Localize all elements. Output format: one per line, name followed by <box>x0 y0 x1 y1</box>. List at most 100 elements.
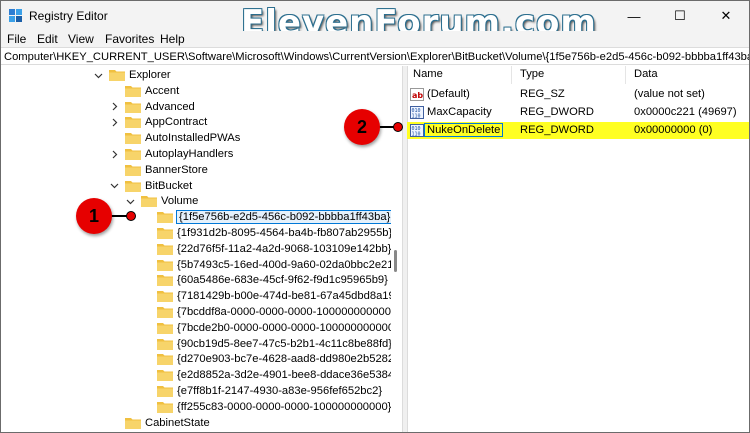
value-row[interactable]: 010 110 MaxCapacity REG_DWORD 0x0000c221 (49… <box>407 104 749 121</box>
folder-icon <box>157 354 173 366</box>
values-pane[interactable]: Name Type Data ab (Default) REG_SZ (value n… <box>407 66 749 432</box>
registry-editor-icon <box>9 9 22 22</box>
svg-text:ab: ab <box>412 91 423 100</box>
tree-node-label: Advanced <box>145 100 195 113</box>
folder-icon <box>125 133 141 145</box>
tree-node-label: {e2d8852a-3d2e-4901-bee8-ddace36e5384} <box>177 369 391 382</box>
tree-node-label: Volume <box>161 195 199 208</box>
folder-icon <box>157 259 173 271</box>
folder-icon <box>125 117 141 129</box>
key-tree-pane[interactable]: Explorer Accent Advanced AppContract AutoIns… <box>1 66 391 432</box>
chevron-right-icon[interactable] <box>109 149 119 159</box>
chevron-down-icon[interactable] <box>125 196 135 206</box>
tree-node[interactable]: {1f5e756b-e2d5-456c-b092-bbbba1ff43ba} <box>141 209 391 225</box>
value-row[interactable]: ab (Default) REG_SZ (value not set) <box>407 86 749 103</box>
tree-node-label: {5b7493c5-16ed-400d-9a60-02da0bbc2e21} <box>177 258 391 271</box>
tree-node[interactable]: Volume <box>125 193 198 209</box>
tree-node[interactable]: AutoplayHandlers <box>109 146 233 162</box>
folder-icon <box>157 228 173 239</box>
column-header-type[interactable]: Type <box>520 68 544 80</box>
folder-icon <box>125 149 141 160</box>
column-separator[interactable] <box>625 66 626 84</box>
tree-node[interactable]: {ff255c83-0000-0000-0000-100000000000} <box>141 399 391 415</box>
menu-edit[interactable]: Edit <box>37 31 58 47</box>
tree-node[interactable]: {60a5486e-683e-45cf-9f62-f9d1c95965b9} <box>141 272 388 288</box>
tree-node-label: {d270e903-bc7e-4628-aad8-dd980e2b5282} <box>177 353 391 366</box>
folder-icon <box>157 322 173 334</box>
menu-file[interactable]: File <box>7 31 26 47</box>
value-type: REG_SZ <box>520 88 565 100</box>
maximize-icon: ☐ <box>674 8 686 23</box>
close-button[interactable]: ✕ <box>703 1 749 31</box>
tree-node[interactable]: {7bcddf8a-0000-0000-0000-100000000000} <box>141 304 391 320</box>
folder-icon <box>157 212 173 224</box>
tree-node[interactable]: BannerStore <box>109 162 208 178</box>
folder-icon <box>109 70 125 81</box>
folder-icon <box>125 85 141 97</box>
tree-node[interactable]: {d270e903-bc7e-4628-aad8-dd980e2b5282} <box>141 351 391 367</box>
folder-icon <box>157 243 173 255</box>
menu-view[interactable]: View <box>68 31 94 47</box>
folder-icon <box>157 370 173 382</box>
tree-node-label: {1f931d2b-8095-4564-ba4b-fb807ab2955b} <box>177 227 391 239</box>
menu-favorites[interactable]: Favorites <box>105 31 154 47</box>
tree-node[interactable]: AppContract <box>109 114 207 130</box>
folder-icon <box>157 401 173 413</box>
chevron-down-icon[interactable] <box>109 181 119 191</box>
tree-node[interactable]: {1f931d2b-8095-4564-ba4b-fb807ab2955b} <box>141 225 391 241</box>
window-title: Registry Editor <box>29 9 108 23</box>
tree-node[interactable]: {90cb19d5-8ee7-47c5-b2b1-4c11c8be88fd} <box>141 336 391 352</box>
tree-node-label: BannerStore <box>145 163 208 176</box>
column-separator[interactable] <box>511 66 512 84</box>
minimize-icon: — <box>627 8 641 24</box>
folder-icon <box>125 180 141 192</box>
svg-text:110: 110 <box>412 114 421 120</box>
tree-node-label: {22d76f5f-11a2-4a2d-9068-103109e142bb} <box>177 242 391 255</box>
minimize-button[interactable]: — <box>611 1 657 31</box>
value-data: (value not set) <box>634 88 705 100</box>
tree-node[interactable]: CabinetState <box>109 415 210 431</box>
folder-icon <box>125 164 141 176</box>
chevron-right-icon[interactable] <box>109 117 119 127</box>
value-type: REG_DWORD <box>520 124 594 136</box>
chevron-down-icon[interactable] <box>93 70 103 80</box>
string-value-icon: ab <box>410 88 424 101</box>
tree-node-label: Explorer <box>129 69 171 81</box>
tree-node[interactable]: {e7ff8b1f-2147-4930-a83e-956fef652bc2} <box>141 383 382 399</box>
tree-node[interactable]: BitBucket <box>109 178 192 194</box>
column-header-data[interactable]: Data <box>634 68 658 80</box>
chevron-right-icon[interactable] <box>109 102 119 112</box>
folder-icon <box>125 101 141 113</box>
menu-help[interactable]: Help <box>160 31 185 47</box>
maximize-button[interactable]: ☐ <box>657 1 703 31</box>
tree-node[interactable]: Explorer <box>93 67 171 83</box>
tree-node[interactable]: {7bcde2b0-0000-0000-0000-100000000000} <box>141 320 391 336</box>
value-name: MaxCapacity <box>427 106 492 118</box>
tree-node[interactable]: AutoInstalledPWAs <box>109 130 240 146</box>
tree-node-label: AppContract <box>145 116 208 129</box>
tree-scrollbar-thumb[interactable] <box>394 250 397 272</box>
tree-node[interactable]: Advanced <box>109 99 195 115</box>
column-header-name[interactable]: Name <box>413 68 443 80</box>
title-bar[interactable]: Registry Editor ElevenForum.com — ☐ ✕ <box>1 1 749 43</box>
tree-node[interactable]: {5b7493c5-16ed-400d-9a60-02da0bbc2e21} <box>141 257 391 273</box>
value-row[interactable]: 010 110 NukeOnDelete REG_DWORD 0x00000000 (0… <box>407 122 749 139</box>
address-bar[interactable]: Computer\HKEY_CURRENT_USER\Software\Micr… <box>1 47 749 65</box>
tree-node-label: AutoplayHandlers <box>145 148 234 160</box>
tree-node[interactable]: Accent <box>109 83 179 99</box>
tree-node[interactable]: {22d76f5f-11a2-4a2d-9068-103109e142bb} <box>141 241 391 257</box>
tree-node[interactable]: {e2d8852a-3d2e-4901-bee8-ddace36e5384} <box>141 367 391 383</box>
tree-scrollbar[interactable] <box>391 66 401 432</box>
tree-node[interactable]: {7181429b-b00e-474d-be81-67a45dbd8a19} <box>141 288 391 304</box>
value-type: REG_DWORD <box>520 106 594 118</box>
